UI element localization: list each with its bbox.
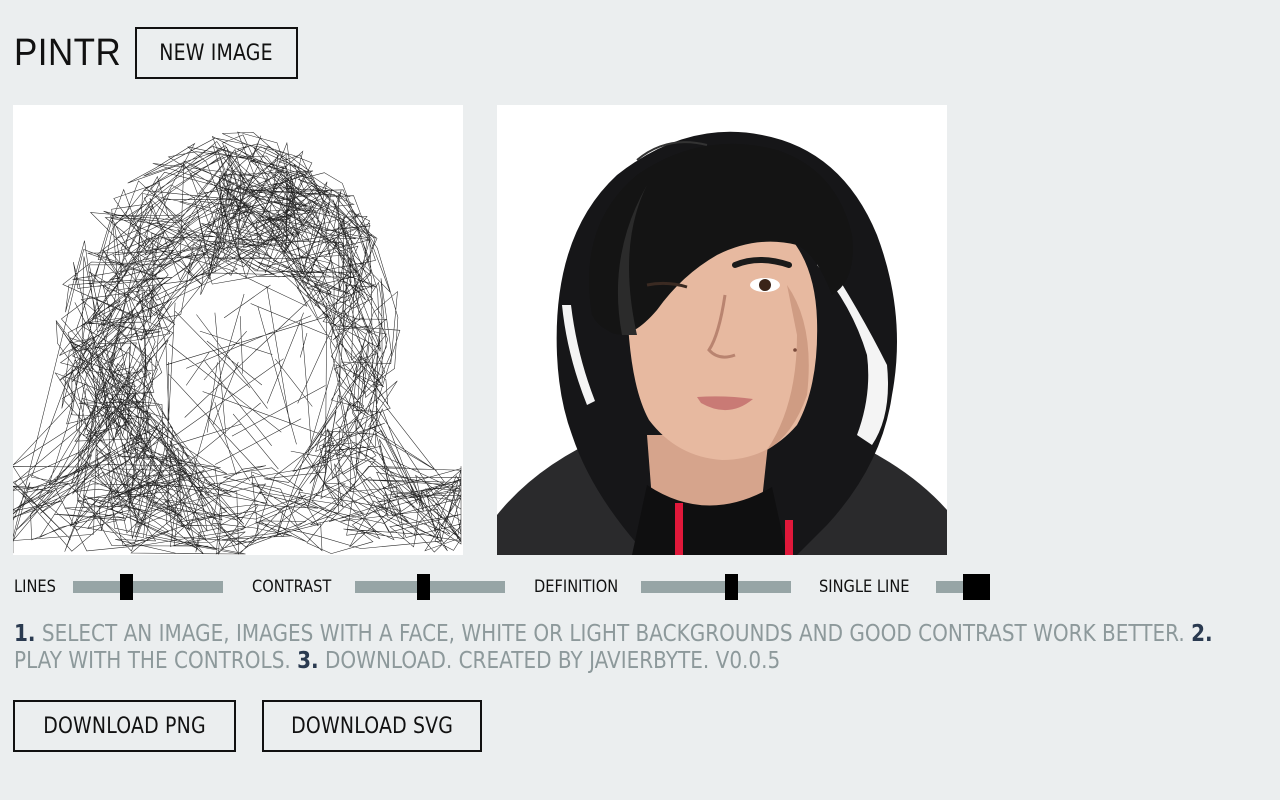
step-1-text: SELECT AN IMAGE, IMAGES WITH A FACE, WHI…: [35, 621, 1192, 647]
single-line-toggle[interactable]: [936, 574, 990, 600]
definition-control: DEFINITION: [534, 573, 632, 601]
single-line-control: SINGLE LINE: [819, 573, 924, 601]
header: PINTR NEW IMAGE: [14, 27, 298, 79]
source-photo: [497, 105, 947, 555]
lines-label: LINES: [14, 577, 56, 597]
line-art-output-canvas: [13, 105, 463, 555]
instructions-text: 1. SELECT AN IMAGE, IMAGES WITH A FACE, …: [14, 621, 1244, 675]
download-png-button[interactable]: DOWNLOAD PNG: [13, 700, 236, 752]
download-svg-button[interactable]: DOWNLOAD SVG: [262, 700, 482, 752]
controls-row: LINES CONTRAST DEFINITION SINGLE LINE: [14, 573, 1014, 601]
step-3-text: DOWNLOAD. CREATED BY JAVIERBYTE. V0.0.5: [318, 648, 781, 674]
portrait-photo: [497, 105, 947, 555]
line-art-strokes: [13, 131, 462, 555]
definition-slider-thumb[interactable]: [725, 574, 738, 600]
new-image-button[interactable]: NEW IMAGE: [134, 27, 298, 79]
download-svg-label: DOWNLOAD SVG: [291, 713, 453, 739]
contrast-slider[interactable]: [355, 574, 505, 600]
step-1-number: 1.: [14, 621, 36, 647]
definition-slider[interactable]: [641, 574, 791, 600]
download-png-label: DOWNLOAD PNG: [43, 713, 206, 739]
single-line-toggle-knob[interactable]: [963, 574, 990, 600]
lines-control: LINES: [14, 573, 63, 601]
line-art-drawing: [13, 131, 462, 555]
contrast-slider-thumb[interactable]: [416, 574, 430, 600]
new-image-button-label: NEW IMAGE: [159, 40, 273, 66]
step-2-text: PLAY WITH THE CONTROLS.: [14, 648, 298, 674]
definition-label: DEFINITION: [534, 577, 619, 597]
lines-slider-thumb[interactable]: [119, 574, 133, 600]
single-line-label: SINGLE LINE: [819, 577, 910, 597]
app-title: PINTR: [14, 32, 122, 74]
step-2-number: 2.: [1191, 621, 1213, 647]
contrast-label: CONTRAST: [252, 577, 332, 597]
lines-slider[interactable]: [73, 574, 223, 600]
step-3-number: 3.: [297, 648, 319, 674]
contrast-control: CONTRAST: [252, 573, 344, 601]
